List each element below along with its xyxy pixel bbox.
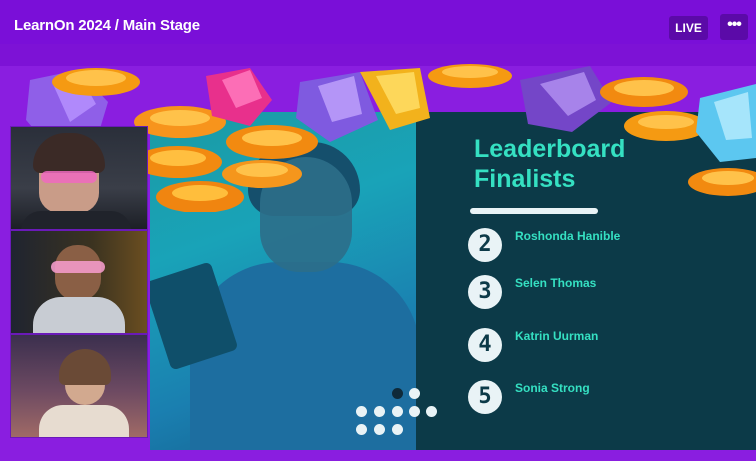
spacesuit: [33, 297, 125, 333]
dot: [392, 388, 403, 399]
more-icon: •••: [727, 16, 742, 33]
page-title: LearnOn 2024 / Main Stage: [14, 17, 200, 34]
party-glasses-icon: [51, 261, 105, 273]
participant-face: [55, 245, 101, 301]
leaderboard-entry: 3 Selen Thomas: [468, 275, 728, 311]
decorative-dots: [356, 388, 446, 448]
participant-shoulders: [39, 405, 129, 437]
finalist-name: Selen Thomas: [515, 276, 597, 290]
dot: [356, 406, 367, 417]
top-bar: LearnOn 2024 / Main Stage LIVE •••: [0, 0, 756, 44]
dot: [374, 424, 385, 435]
dot: [409, 406, 420, 417]
dot: [392, 406, 403, 417]
rank-badge: 5: [468, 380, 502, 414]
participant-tile-3[interactable]: [10, 334, 148, 438]
finalist-name: Roshonda Hanible: [515, 229, 621, 243]
leaderboard-entry: 5 Sonia Strong: [468, 380, 728, 416]
rank-badge: 4: [468, 328, 502, 362]
finalist-name: Katrin Uurman: [515, 329, 599, 343]
dot: [426, 406, 437, 417]
participant-tile-1[interactable]: [10, 126, 148, 230]
finalist-name: Sonia Strong: [515, 381, 590, 395]
leaderboard-entry: 4 Katrin Uurman: [468, 328, 728, 364]
party-glasses-icon: [41, 171, 97, 183]
dot: [392, 424, 403, 435]
rank-badge: 3: [468, 275, 502, 309]
dot: [356, 424, 367, 435]
live-badge: LIVE: [669, 16, 708, 40]
dot: [374, 406, 385, 417]
participant-shoulders: [21, 211, 131, 229]
leaderboard-entry: 2 Roshonda Hanible: [468, 228, 728, 264]
dot: [409, 388, 420, 399]
participant-tile-2[interactable]: [10, 230, 148, 334]
more-options-button[interactable]: •••: [720, 14, 748, 40]
rank-badge: 2: [468, 228, 502, 262]
